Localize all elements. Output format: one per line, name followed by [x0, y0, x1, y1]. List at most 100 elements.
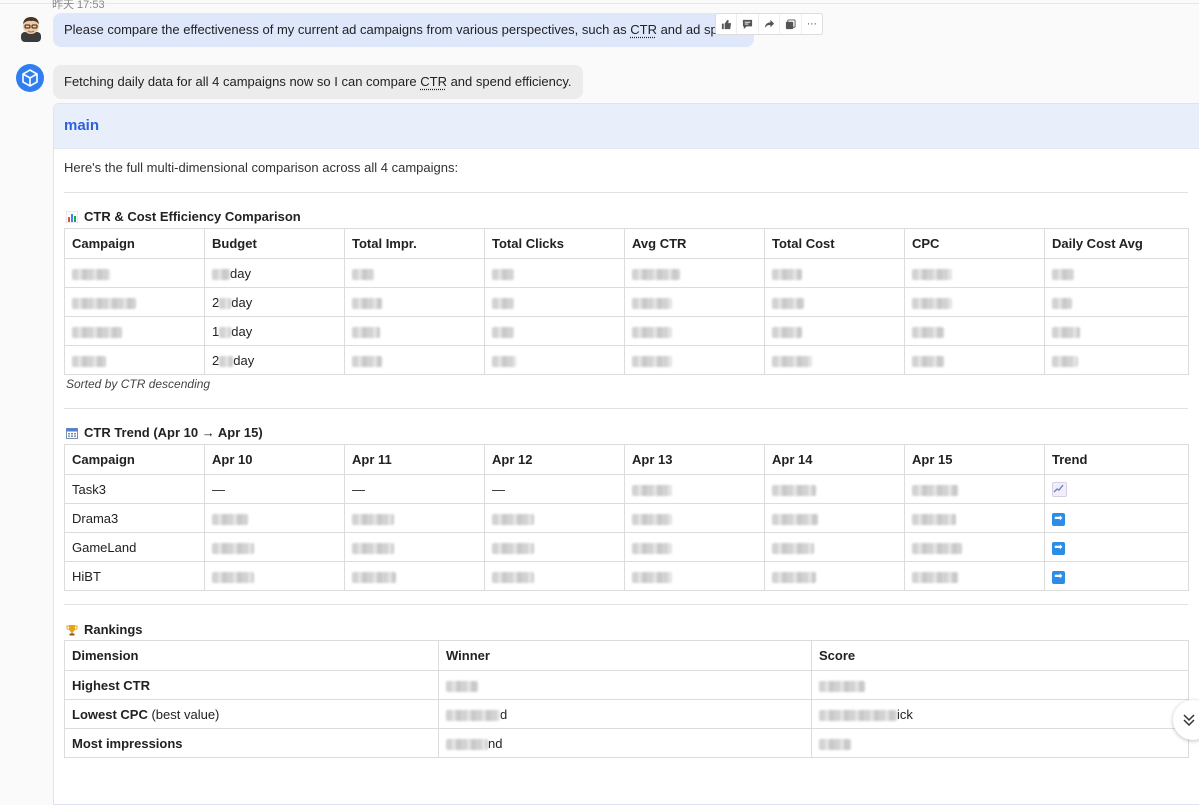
efficiency-section-title: CTR & Cost Efficiency Comparison	[66, 209, 301, 224]
efficiency-title-text: CTR & Cost Efficiency Comparison	[84, 209, 301, 224]
user-avatar[interactable]	[18, 14, 44, 42]
redacted-cell	[64, 316, 205, 346]
column-header: Daily Cost Avg	[1044, 228, 1189, 259]
redacted-cell	[624, 258, 765, 288]
trend-cell: ➡	[1044, 561, 1189, 591]
column-header: Apr 14	[764, 444, 905, 475]
budget-suffix: day	[233, 352, 255, 368]
redacted-cell	[904, 474, 1045, 504]
redacted-cell	[484, 258, 625, 288]
redacted-cell	[344, 287, 485, 317]
efficiency-table: Campaign Budget Total Impr. Total Clicks…	[64, 228, 1189, 375]
redacted-cell	[1044, 345, 1189, 375]
calendar-icon	[66, 427, 78, 439]
table-row: Drama3 ➡	[64, 503, 1189, 533]
card-title: main	[54, 104, 1199, 149]
table-row: Highest CTR	[64, 670, 1189, 700]
message-timestamp: 昨天 17:53	[52, 0, 105, 11]
share-icon[interactable]	[759, 14, 781, 34]
ranking-winner: d	[438, 699, 812, 729]
redacted-cell	[484, 503, 625, 533]
budget-suffix: day	[231, 294, 253, 310]
redacted-cell	[904, 316, 1045, 346]
ctr-term[interactable]: CTR	[630, 22, 657, 37]
trend-section-title: CTR Trend (Apr 10 → Apr 15)	[66, 425, 263, 440]
redacted-cell	[764, 345, 905, 375]
ctr-term[interactable]: CTR	[420, 74, 447, 89]
redacted-cell	[484, 316, 625, 346]
trophy-icon	[66, 624, 78, 636]
budget-prefix: 1	[212, 323, 220, 339]
column-header: Total Impr.	[344, 228, 485, 259]
score-suffix: ick	[897, 706, 913, 722]
rankings-section-title: Rankings	[66, 622, 143, 637]
redacted-cell	[64, 345, 205, 375]
campaign-name: HiBT	[64, 561, 205, 591]
status-text-end: and spend efficiency.	[446, 74, 572, 89]
copy-icon[interactable]	[780, 14, 802, 34]
redacted-cell	[1044, 287, 1189, 317]
column-header: Avg CTR	[624, 228, 765, 259]
trend-cell: ➡	[1044, 532, 1189, 562]
column-header: Apr 10	[204, 444, 345, 475]
column-header: Budget	[204, 228, 345, 259]
redacted-cell	[64, 287, 205, 317]
redacted-cell	[764, 503, 905, 533]
dimension-label: Highest CTR	[72, 677, 150, 693]
redacted-cell	[1044, 316, 1189, 346]
redacted-cell	[764, 532, 905, 562]
rankings-table: Dimension Winner Score Highest CTR Lowes…	[64, 640, 1189, 758]
table-header-row: Campaign Apr 10 Apr 11 Apr 12 Apr 13 Apr…	[64, 444, 1189, 475]
redacted-cell	[484, 345, 625, 375]
ranking-dimension: Most impressions	[64, 728, 439, 758]
winner-suffix: d	[500, 706, 508, 722]
redacted-cell	[344, 532, 485, 562]
redacted-cell	[204, 561, 345, 591]
campaign-name: Task3	[64, 474, 205, 504]
empty-value: —	[484, 474, 625, 504]
column-header: Winner	[438, 640, 812, 671]
redacted-cell	[904, 258, 1045, 288]
empty-value: —	[344, 474, 485, 504]
budget-cell: day	[204, 258, 345, 288]
redacted-cell	[904, 503, 1045, 533]
table-row: day	[64, 258, 1189, 288]
right-arrow-icon: ➡	[1052, 541, 1065, 555]
table-row: Task3 — — —	[64, 474, 1189, 504]
column-header: Apr 13	[624, 444, 765, 475]
redacted-cell	[1044, 258, 1189, 288]
ranking-score	[811, 670, 1189, 700]
redacted-cell	[484, 532, 625, 562]
column-header: CPC	[904, 228, 1045, 259]
thumb-up-icon[interactable]	[716, 14, 738, 34]
redacted-cell	[344, 345, 485, 375]
redacted-cell	[64, 258, 205, 288]
trend-cell: ➡	[1044, 503, 1189, 533]
column-header: Apr 11	[344, 444, 485, 475]
card-intro: Here's the full multi-dimensional compar…	[64, 160, 459, 175]
redacted-cell	[904, 287, 1045, 317]
budget-suffix: day	[230, 265, 251, 281]
result-card: main Here's the full multi-dimensional c…	[53, 103, 1199, 805]
table-row: Most impressions nd	[64, 728, 1189, 758]
message-actions-bar: ⋯	[715, 13, 823, 35]
trend-cell	[1044, 474, 1189, 504]
dimension-label: Most impressions	[72, 735, 183, 751]
divider	[64, 604, 1188, 605]
column-header: Campaign	[64, 228, 205, 259]
assistant-avatar	[16, 64, 44, 92]
column-header: Trend	[1044, 444, 1189, 475]
trend-title-text: CTR Trend (Apr 10 → Apr 15)	[84, 425, 263, 440]
table-header-row: Dimension Winner Score	[64, 640, 1189, 671]
budget-prefix: 2	[212, 294, 220, 310]
divider	[64, 192, 1188, 193]
assistant-status-message: Fetching daily data for all 4 campaigns …	[53, 65, 583, 99]
column-header: Apr 15	[904, 444, 1045, 475]
table-row: 2 day	[64, 345, 1189, 375]
redacted-cell	[624, 316, 765, 346]
redacted-cell	[764, 316, 905, 346]
comment-icon[interactable]	[737, 14, 759, 34]
redacted-cell	[624, 532, 765, 562]
redacted-cell	[204, 532, 345, 562]
more-icon[interactable]: ⋯	[802, 14, 822, 34]
